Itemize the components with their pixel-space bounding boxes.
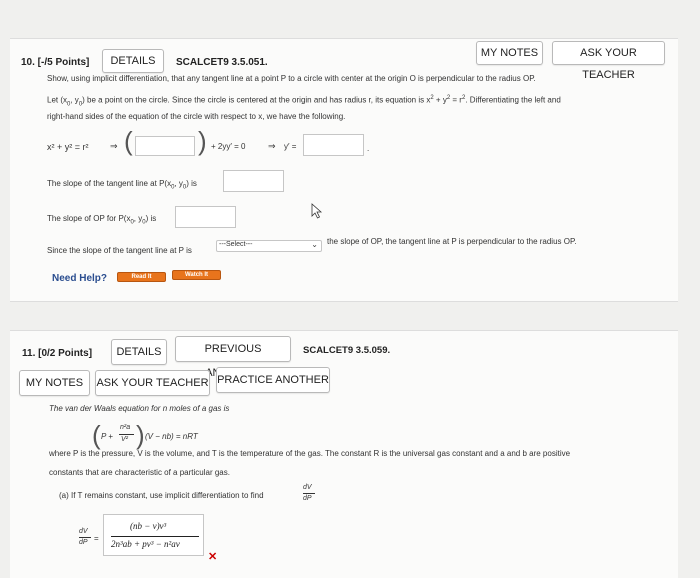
q10-watch-it-button[interactable]: Watch It [172,270,221,280]
q11-ask-teacher-button[interactable]: ASK YOUR TEACHER [95,370,210,396]
q10-circle-sentence: Let (x0, y0) be a point on the circle. S… [47,95,561,108]
q10-since-tail: the slope of OP, the tangent line at P i… [327,237,577,246]
q10-implies-arrow: ⇒ [110,141,118,151]
q10-implies-arrow-2: ⇒ [268,141,276,151]
q10-yprime-input[interactable] [303,134,364,156]
q10-select-dropdown[interactable]: ---Select--- ⌄ [216,240,322,252]
q11-code: SCALCET9 3.5.059. [303,345,391,356]
mouse-cursor-icon [311,203,323,224]
q10-slope-op-label: The slope of OP for P(x0, y0) is [47,214,157,226]
q11-intro: The van der Waals equation for n moles o… [49,404,230,413]
q11-where-line1: where P is the pressure, V is the volume… [49,449,571,458]
q10-code: SCALCET9 3.5.051. [176,57,268,68]
q11-answer-fraction-bar [111,536,199,537]
q10-details-button[interactable]: DETAILS [102,49,164,73]
q11-answer-denominator: 2n³ab + pv³ − n²av [111,539,180,549]
q10-intro: Show, using implicit differentiation, th… [47,74,536,83]
q10-ask-teacher-button[interactable]: ASK YOUR TEACHER [552,41,665,81]
q10-derivative-input[interactable] [135,136,195,156]
q10-differentiating-sentence: right-hand sides of the equation of the … [47,112,346,121]
q11-practice-another-button[interactable]: PRACTICE ANOTHER [216,367,330,393]
q10-read-it-button[interactable]: Read It [117,272,166,282]
q11-previous-answers-button[interactable]: PREVIOUS ANSWERS [175,336,291,379]
chevron-down-icon: ⌄ [311,240,318,249]
incorrect-x-icon: ✕ [208,551,218,563]
q10-yprime-label: y′ = [284,142,297,151]
q10-eq-lhs: x² + y² = r² [47,142,89,152]
q11-where-line2: constants that are characteristic of a p… [49,468,230,477]
q10-slope-tangent-label: The slope of the tangent line at P(x0, y… [47,179,197,191]
q10-my-notes-button[interactable]: MY NOTES [476,41,543,65]
q10-select-value: ---Select--- [219,241,253,248]
q10-need-help: Need Help? [52,273,108,284]
q10-eq-mid: + 2yy′ = 0 [211,142,246,151]
q11-details-button[interactable]: DETAILS [111,339,167,365]
q10-since-text: Since the slope of the tangent line at P… [47,246,192,255]
q10-left-paren: ( [124,126,133,156]
q10-slope-op-input[interactable] [175,206,236,228]
q10-period: . [367,144,370,153]
q10-number: 10. [-/5 Points] [21,57,90,68]
q11-equals-sign: = [94,534,99,543]
q11-answer-input[interactable]: (nb − v)v³ 2n³ab + pv³ − n²av [103,514,204,556]
q11-part-a-label: (a) If T remains constant, use implicit … [59,491,264,500]
q10-right-paren: ) [198,126,207,156]
q11-number: 11. [0/2 Points] [22,348,93,359]
q11-answer-numerator: (nb − v)v³ [130,521,167,531]
q11-my-notes-button[interactable]: MY NOTES [19,370,90,396]
q10-slope-tangent-input[interactable] [223,170,284,192]
